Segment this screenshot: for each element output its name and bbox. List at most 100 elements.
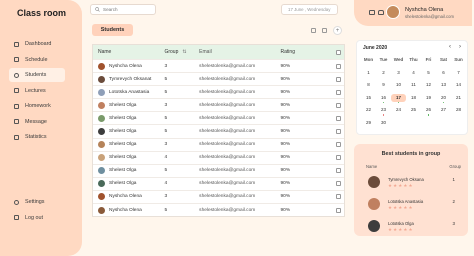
row-checkbox[interactable] [335, 168, 341, 174]
calendar-day[interactable]: 8 [361, 81, 376, 90]
table-row[interactable]: Nyshcha Olena 3 shelestolenka@gmail.com 90% [93, 59, 344, 72]
column-header-rating[interactable]: Rating [281, 49, 333, 55]
calendar-day[interactable]: 19 [421, 94, 436, 103]
filter-icon[interactable] [311, 28, 316, 33]
search-input[interactable] [103, 7, 153, 12]
row-checkbox[interactable] [335, 142, 341, 148]
sidebar-item-lectures[interactable]: Lectures [9, 84, 65, 98]
search-box[interactable] [90, 4, 156, 15]
mail-icon[interactable] [369, 10, 375, 15]
row-checkbox[interactable] [335, 102, 341, 108]
column-header-name[interactable]: Name [93, 49, 164, 55]
calendar-day[interactable]: 5 [421, 69, 436, 78]
row-checkbox[interactable] [335, 155, 341, 161]
table-row[interactable]: Nyshcha Olena 3 shelestolenka@gmail.com 90% [93, 189, 344, 203]
table-row[interactable]: Shelest Olga 3 shelestolenka@gmail.com 90% [93, 137, 344, 151]
calendar-day[interactable]: 6 [436, 69, 451, 78]
calendar-day[interactable]: 27 [436, 106, 451, 115]
calendar-empty [421, 119, 436, 128]
calendar-day[interactable]: 11 [406, 81, 421, 90]
sidebar-item-dashboard[interactable]: Dashboard [9, 37, 65, 51]
row-checkbox[interactable] [335, 129, 341, 135]
calendar-day[interactable]: 17 [391, 93, 406, 104]
calendar-day[interactable]: 30 [376, 119, 391, 128]
student-name: Tymrevych Oksanat [109, 76, 152, 82]
app-title: Class room [17, 8, 67, 18]
table-row[interactable]: Lototska Anastasia 5 shelestolenka@gmail.c… [93, 85, 344, 98]
row-checkbox[interactable] [335, 63, 341, 69]
table-row[interactable]: Shelest Olga 4 shelestolenka@gmail.com 90% [93, 150, 344, 164]
chevron-right-icon[interactable]: › [459, 44, 461, 50]
best-student-row[interactable]: Tymrevych Oksana ★★★★★ 1 [364, 173, 461, 195]
sidebar-item-settings[interactable]: Settings [9, 195, 65, 209]
avatar [98, 75, 105, 83]
calendar-day[interactable]: 23 [376, 106, 391, 116]
search-icon [95, 7, 100, 12]
calendar-day[interactable]: 13 [436, 81, 451, 90]
row-checkbox[interactable] [335, 89, 341, 95]
sidebar-item-message[interactable]: Message [9, 115, 65, 129]
student-name: Shelest Olga [109, 168, 137, 174]
cell-checkbox [332, 76, 344, 82]
calendar-day[interactable]: 16 [376, 94, 391, 104]
calendar-day[interactable]: 14 [451, 81, 466, 90]
bell-icon[interactable] [378, 10, 384, 15]
best-student-row[interactable]: Lototska Anastasia ★★★★★ 2 [364, 195, 461, 217]
event-dot [442, 101, 445, 104]
calendar-day[interactable]: 24 [391, 106, 406, 115]
avatar [368, 198, 380, 210]
calendar-day[interactable]: 1 [361, 69, 376, 78]
calendar-day[interactable]: 15 [361, 94, 376, 103]
sidebar-item-label: Students [25, 72, 47, 78]
avatar[interactable] [386, 5, 400, 19]
cell-checkbox [332, 63, 344, 69]
column-header-email[interactable]: Email [199, 49, 280, 55]
calendar-day[interactable]: 18 [406, 94, 421, 103]
table-row[interactable]: Nyshcha Olena 5 shelestolenka@gmail.com 90% [93, 203, 344, 216]
sidebar-item-statistics[interactable]: Statistics [9, 130, 65, 144]
calendar-day[interactable]: 20 [436, 94, 451, 104]
table-row[interactable]: Shelest Olga 5 shelestolenka@gmail.com 90% [93, 163, 344, 177]
table-row[interactable]: Tymrevych Oksanat 5 shelestolenka@gmail.co… [93, 72, 344, 85]
more-icon[interactable] [322, 28, 327, 33]
table-row[interactable]: Shelest Olga 5 shelestolenka@gmail.com 90% [93, 111, 344, 124]
student-name: Nyshcha Olena [109, 63, 142, 69]
calendar-day[interactable]: 21 [451, 94, 466, 103]
table-row[interactable]: Shelest Olga 3 shelestolenka@gmail.com 90% [93, 98, 344, 111]
select-all-checkbox[interactable] [335, 49, 341, 55]
table-row[interactable]: Shelest Olga 5 shelestolenka@gmail.com 90% [93, 124, 344, 137]
calendar-day[interactable]: 2 [376, 69, 391, 78]
calendar-day[interactable]: 28 [451, 106, 466, 115]
calendar-day[interactable]: 29 [361, 119, 376, 128]
calendar-day[interactable]: 12 [421, 81, 436, 90]
best-students-card: Best students in group Name Group Tymrev… [354, 144, 468, 236]
calendar-weekday: Mon [363, 57, 374, 62]
column-header-group[interactable]: Group ⇅ [164, 49, 199, 55]
calendar-day[interactable]: 25 [406, 106, 421, 115]
calendar-day[interactable]: 22 [361, 106, 376, 115]
calendar-day[interactable]: 7 [451, 69, 466, 78]
best-student-row[interactable]: Lototska Olga ★★★★★ 3 [364, 217, 461, 239]
row-checkbox[interactable] [335, 115, 341, 121]
calendar-day[interactable]: 4 [406, 69, 421, 78]
table-row[interactable]: Shelest Olga 4 shelestolenka@gmail.com 90% [93, 176, 344, 190]
row-checkbox[interactable] [335, 194, 341, 200]
tab-students[interactable]: Students [92, 24, 133, 36]
add-student-button[interactable]: + [333, 26, 342, 35]
row-checkbox[interactable] [335, 207, 341, 213]
calendar-nav: ‹ › [449, 44, 461, 50]
calendar-day[interactable]: 3 [391, 69, 406, 78]
row-checkbox[interactable] [335, 76, 341, 82]
cell-rating: 90% [280, 142, 291, 148]
calendar-day[interactable]: 9 [376, 81, 391, 90]
row-checkbox[interactable] [335, 181, 341, 187]
calendar-day[interactable]: 26 [421, 106, 436, 116]
sort-icon[interactable]: ⇅ [182, 49, 186, 55]
chevron-left-icon[interactable]: ‹ [449, 44, 451, 50]
calendar-day[interactable]: 10 [391, 81, 406, 90]
sidebar-item-logout[interactable]: Log out [9, 211, 65, 225]
sidebar-item-homework[interactable]: Homework [9, 99, 65, 113]
sidebar-item-schedule[interactable]: Schedule [9, 53, 65, 67]
sidebar-item-label: Statistics [25, 134, 47, 140]
sidebar-item-students[interactable]: Students [9, 68, 65, 82]
